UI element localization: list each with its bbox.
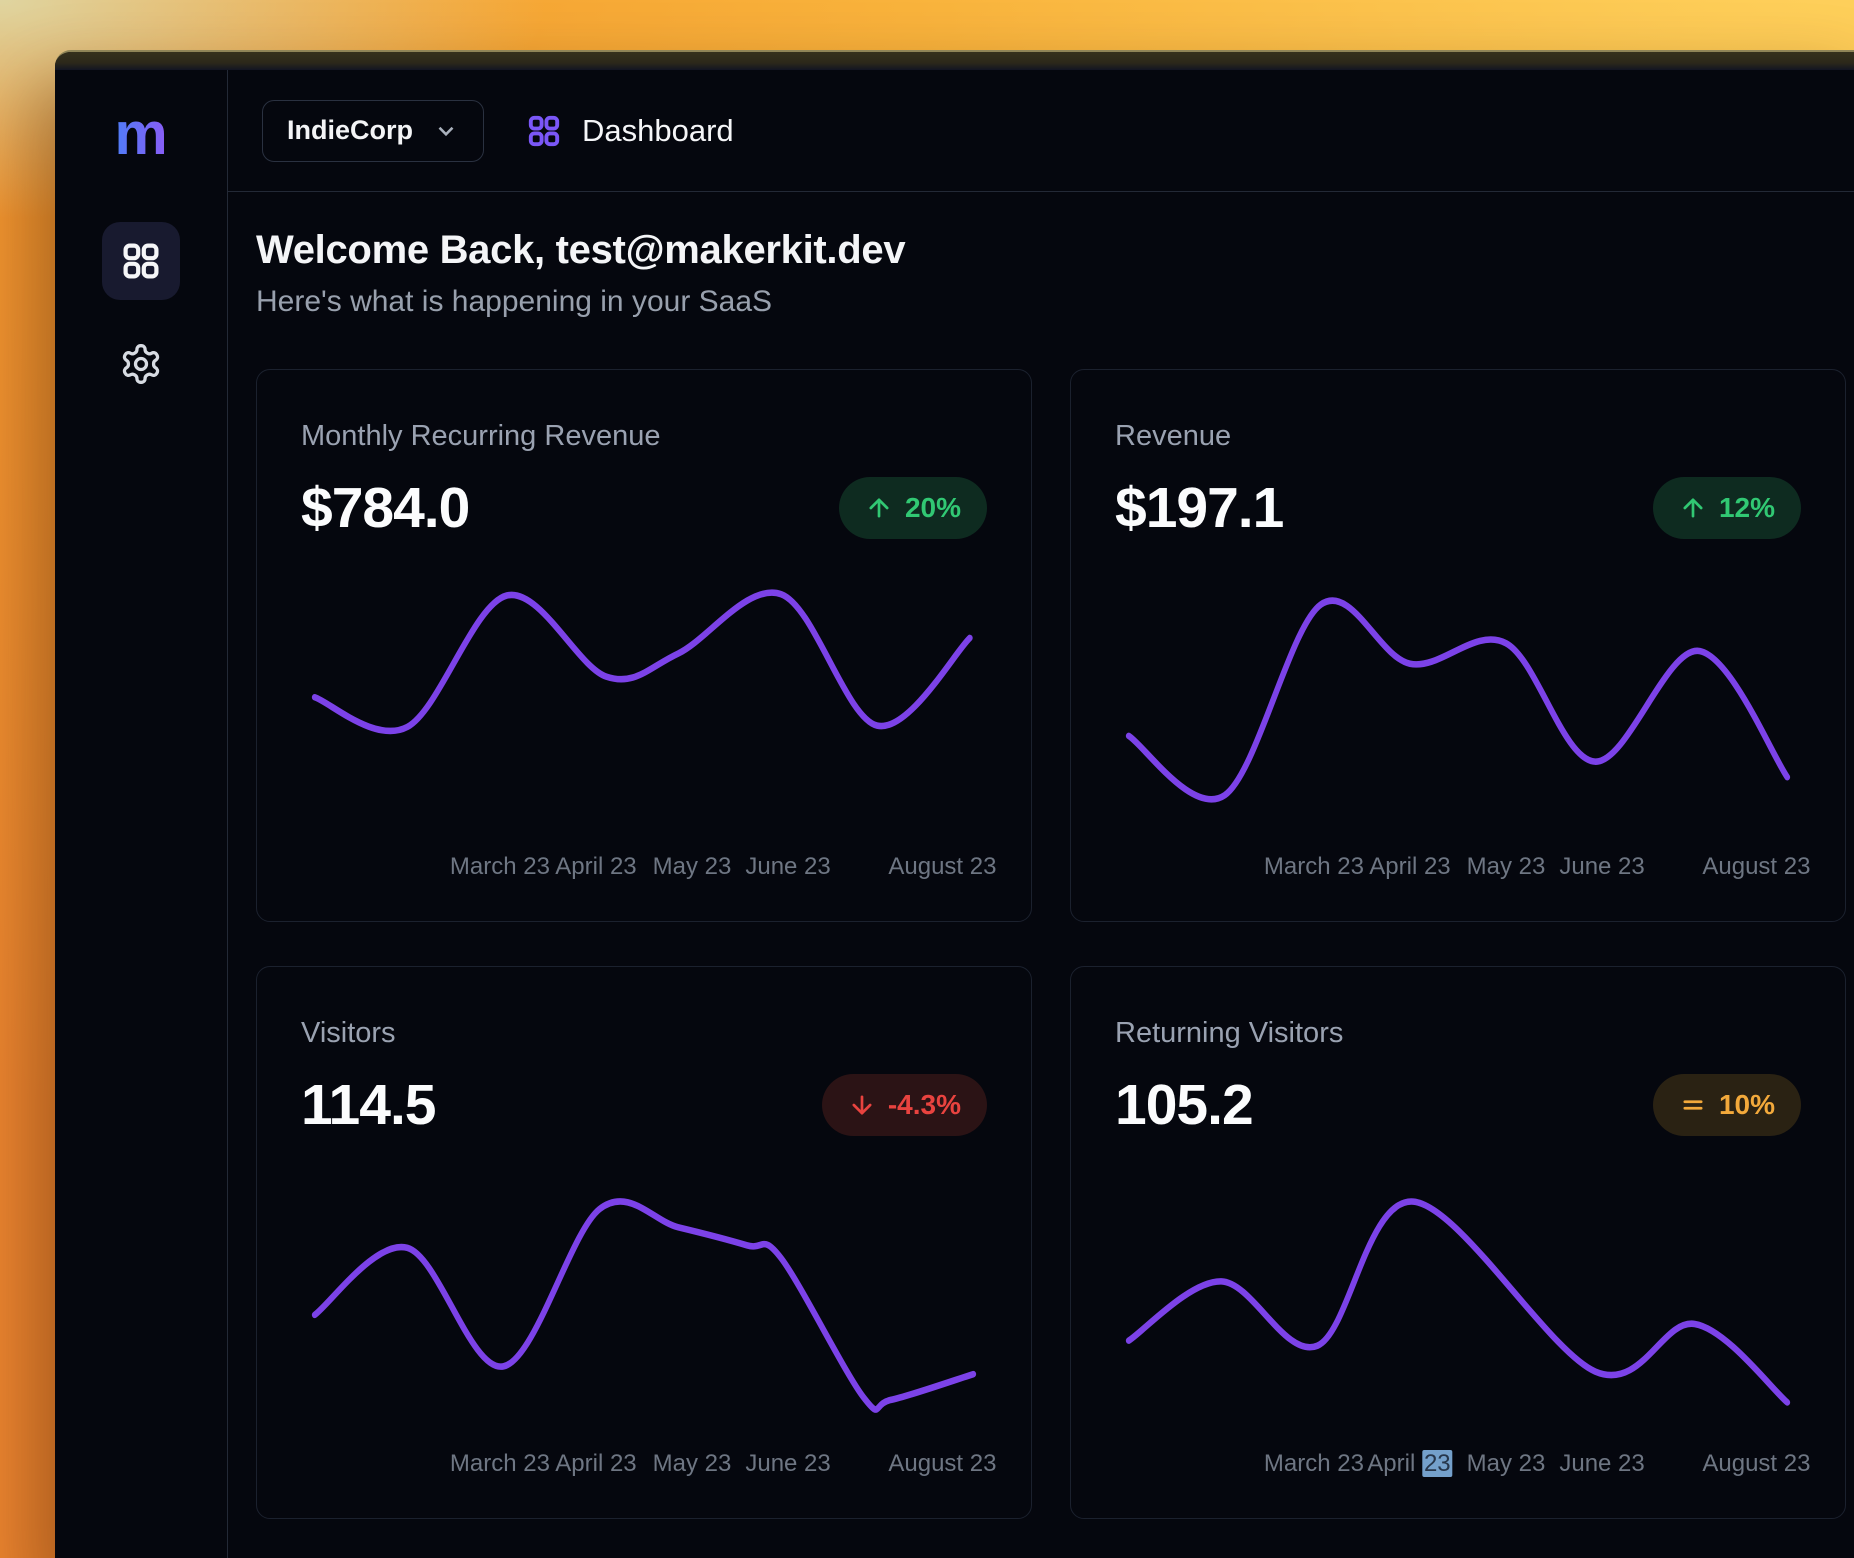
- sidebar-item-settings[interactable]: [102, 334, 180, 394]
- x-axis-labels: March 23April 23May 23June 23August 23: [1115, 1450, 1801, 1482]
- x-axis-label: June 23: [1559, 853, 1644, 881]
- welcome-heading: Welcome Back, test@makerkit.dev: [256, 228, 1846, 273]
- x-axis-label: June 23: [745, 853, 830, 881]
- card-value: 114.5: [301, 1072, 436, 1138]
- line-chart: [301, 1164, 987, 1440]
- line-chart: [1115, 1164, 1801, 1440]
- card-title: Revenue: [1115, 420, 1801, 453]
- x-axis-label: April 23: [555, 1450, 636, 1478]
- x-axis-label: August 23: [1702, 853, 1810, 881]
- card-value: $784.0: [301, 475, 469, 541]
- workspace-name: IndieCorp: [287, 115, 413, 146]
- page-heading: Dashboard: [526, 113, 734, 149]
- stat-card-revenue: Revenue $197.1 12% March 23April 23 May 2…: [1070, 369, 1846, 922]
- x-axis-labels: March 23April 23May 23June 23August 23: [1115, 853, 1801, 885]
- x-axis-label: April 23: [555, 853, 636, 881]
- x-axis-label: August 23: [888, 853, 996, 881]
- x-axis-label: April 23: [1369, 853, 1450, 881]
- main-area: IndieCorp Dashboard Welcome: [228, 70, 1854, 1558]
- grid-icon: [120, 240, 162, 282]
- window-top-edge: [55, 52, 1854, 70]
- page-title: Dashboard: [582, 113, 734, 149]
- stats-grid: Monthly Recurring Revenue $784.0 20% Mar…: [256, 369, 1846, 1519]
- workspace-selector-button[interactable]: IndieCorp: [262, 100, 484, 162]
- x-axis-label: March 23: [1264, 1450, 1364, 1478]
- trend-badge: 20%: [839, 477, 987, 539]
- equals-icon: [1679, 1091, 1707, 1119]
- trend-badge-label: -4.3%: [888, 1089, 961, 1121]
- card-value: $197.1: [1115, 475, 1283, 541]
- card-title: Visitors: [301, 1017, 987, 1050]
- x-axis-label: May 23: [1467, 1450, 1546, 1478]
- trend-badge: 12%: [1653, 477, 1801, 539]
- x-axis-label: June 23: [745, 1450, 830, 1478]
- x-axis-label: March 23: [1264, 853, 1364, 881]
- header: IndieCorp Dashboard: [228, 70, 1854, 192]
- arrow-up-icon: [1679, 494, 1707, 522]
- sidebar: m: [55, 70, 228, 1558]
- arrow-up-icon: [865, 494, 893, 522]
- card-value: 105.2: [1115, 1072, 1253, 1138]
- trend-badge: 10%: [1653, 1074, 1801, 1136]
- line-chart: [1115, 567, 1801, 843]
- x-axis-label: May 23: [653, 853, 732, 881]
- trend-badge-label: 12%: [1719, 492, 1775, 524]
- trend-badge-label: 10%: [1719, 1089, 1775, 1121]
- stat-card-visitors: Visitors 114.5 -4.3% March 23April 23 May…: [256, 966, 1032, 1519]
- x-axis-labels: March 23April 23May 23June 23August 23: [301, 853, 987, 885]
- arrow-down-icon: [848, 1091, 876, 1119]
- dashboard-grid-icon: [526, 113, 562, 149]
- line-chart: [301, 567, 987, 843]
- trend-badge: -4.3%: [822, 1074, 987, 1136]
- x-axis-label: March 23: [450, 853, 550, 881]
- x-axis-label: May 23: [1467, 853, 1546, 881]
- welcome-subtitle: Here's what is happening in your SaaS: [256, 285, 1846, 319]
- x-axis-label: August 23: [888, 1450, 996, 1478]
- card-title: Monthly Recurring Revenue: [301, 420, 987, 453]
- x-axis-label: April 23: [1367, 1450, 1452, 1478]
- stat-card-monthly-recurring-revenue: Monthly Recurring Revenue $784.0 20% Mar…: [256, 369, 1032, 922]
- x-axis-label: March 23: [450, 1450, 550, 1478]
- x-axis-label: June 23: [1559, 1450, 1644, 1478]
- stat-card-returning-visitors: Returning Visitors 105.2 10% March 23Apr…: [1070, 966, 1846, 1519]
- content: Welcome Back, test@makerkit.dev Here's w…: [228, 192, 1854, 1558]
- gear-icon: [119, 342, 163, 386]
- selected-text: 23: [1422, 1450, 1453, 1477]
- app-window: m: [55, 50, 1854, 1558]
- x-axis-labels: March 23April 23May 23June 23August 23: [301, 1450, 987, 1482]
- trend-badge-label: 20%: [905, 492, 961, 524]
- x-axis-label: May 23: [653, 1450, 732, 1478]
- desktop-wallpaper: m: [0, 0, 1854, 1558]
- x-axis-label: August 23: [1702, 1450, 1810, 1478]
- chevron-down-icon: [433, 118, 459, 144]
- card-title: Returning Visitors: [1115, 1017, 1801, 1050]
- sidebar-item-dashboard[interactable]: [102, 222, 180, 300]
- app-logo[interactable]: m: [114, 98, 167, 170]
